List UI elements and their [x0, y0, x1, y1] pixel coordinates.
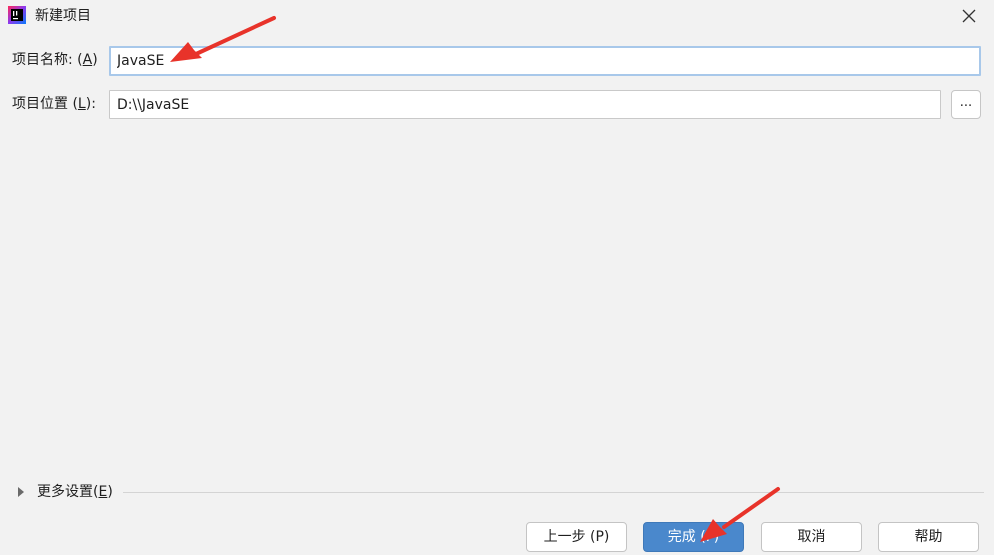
- browse-button[interactable]: ...: [951, 90, 981, 119]
- more-settings-toggle[interactable]: 更多设置(E): [18, 481, 113, 503]
- finish-button[interactable]: 完成 (F): [643, 522, 744, 552]
- project-name-row: 项目名称: (A): [0, 46, 994, 76]
- close-button[interactable]: [954, 1, 984, 31]
- close-icon: [962, 9, 976, 23]
- project-location-row: 项目位置 (L): ...: [0, 90, 994, 119]
- intellij-idea-icon: [8, 6, 26, 24]
- project-name-input[interactable]: [109, 46, 981, 76]
- title-bar: 新建项目: [0, 0, 994, 33]
- window-title: 新建项目: [35, 8, 91, 24]
- help-button[interactable]: 帮助: [878, 522, 979, 552]
- project-name-label: 项目名称: (A): [12, 52, 98, 68]
- project-location-input[interactable]: [109, 90, 941, 119]
- more-settings-divider: [123, 492, 984, 493]
- annotation-arrows: [170, 16, 780, 542]
- project-location-label: 项目位置 (L):: [12, 96, 96, 112]
- triangle-right-icon: [18, 487, 24, 497]
- previous-button[interactable]: 上一步 (P): [526, 522, 627, 552]
- more-settings-label: 更多设置(E): [37, 484, 113, 500]
- cancel-button[interactable]: 取消: [761, 522, 862, 552]
